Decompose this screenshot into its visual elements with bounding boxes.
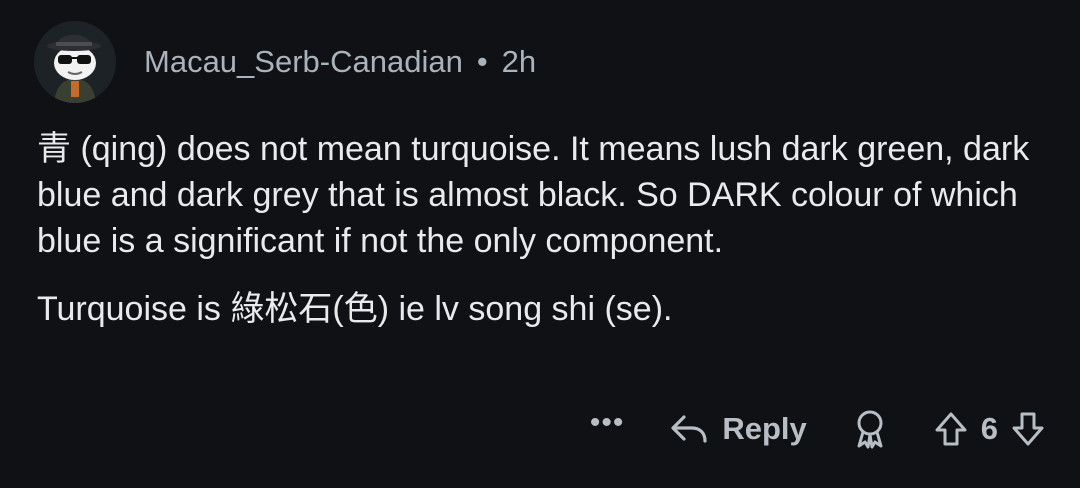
- comment-body: 青 (qing) does not mean turquoise. It mea…: [37, 126, 1037, 332]
- timestamp: 2h: [501, 44, 537, 79]
- comment-header: Macau_Serb-Canadian • 2h: [34, 20, 536, 104]
- more-options-icon[interactable]: •••: [590, 406, 625, 440]
- reply-button[interactable]: Reply: [670, 411, 807, 447]
- downvote-arrow-icon[interactable]: [1010, 410, 1046, 448]
- comment-card: Macau_Serb-Canadian • 2h 青 (qing) does n…: [0, 0, 1080, 488]
- comment-actions: ••• Reply 6: [590, 400, 1046, 458]
- meta-separator: •: [476, 44, 488, 79]
- award-button[interactable]: [851, 409, 889, 449]
- award-icon: [857, 410, 883, 449]
- comment-paragraph: Turquoise is 綠松石(色) ie lv song shi (se).: [37, 290, 673, 328]
- upvote-arrow-icon[interactable]: [933, 410, 969, 448]
- user-avatar[interactable]: [34, 21, 116, 103]
- reply-arrow-icon: [671, 415, 707, 443]
- author-name[interactable]: Macau_Serb-Canadian: [144, 44, 463, 80]
- snoo-avatar-icon: [34, 21, 116, 103]
- vote-controls: 6: [933, 410, 1046, 448]
- comment-paragraph: 青 (qing) does not mean turquoise. It mea…: [37, 130, 1030, 260]
- comment-meta: Macau_Serb-Canadian • 2h: [144, 44, 536, 80]
- vote-count: 6: [980, 411, 998, 446]
- reply-label: Reply: [722, 411, 807, 446]
